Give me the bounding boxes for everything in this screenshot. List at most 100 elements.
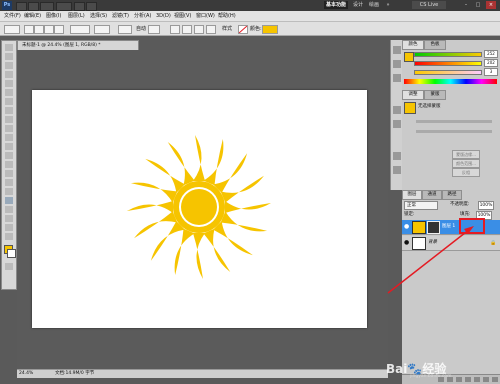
close-icon[interactable]: × [486, 1, 496, 9]
extras-button[interactable] [40, 2, 54, 11]
zoom-tool-icon[interactable] [5, 233, 13, 240]
quick-mask-icon[interactable] [5, 263, 13, 270]
intersect-selection-icon[interactable] [54, 25, 64, 34]
subtract-selection-icon[interactable] [44, 25, 54, 34]
blue-slider[interactable] [414, 70, 482, 75]
layer-1-thumbnail[interactable] [412, 221, 426, 234]
eye-icon[interactable]: ● [404, 240, 410, 246]
history-brush-tool-icon[interactable] [5, 125, 13, 132]
gradient-tool-icon[interactable] [5, 143, 13, 150]
3d-orbit-tool-icon[interactable] [5, 215, 13, 222]
layers-panel-icon[interactable] [393, 152, 401, 160]
tab-channels[interactable]: 通道 [422, 190, 442, 200]
menu-select[interactable]: 选择(S) [90, 12, 107, 20]
cs-live-button[interactable]: CS Live [412, 1, 446, 9]
menu-image[interactable]: 图像(I) [46, 12, 61, 20]
healing-tool-icon[interactable] [5, 98, 13, 105]
tab-paths[interactable]: 路径 [442, 190, 462, 200]
color-range-button[interactable]: 颜色范围... [452, 159, 480, 168]
3d-rotate-tool-icon[interactable] [5, 206, 13, 213]
color-panel-icon[interactable] [393, 46, 401, 54]
layer-row-background[interactable]: ● 背景 🔒 [402, 236, 500, 251]
tool-preset-picker[interactable] [4, 25, 20, 34]
delete-layer-icon[interactable] [492, 377, 498, 382]
canvas[interactable] [32, 90, 367, 328]
menu-analysis[interactable]: 分析(A) [134, 12, 151, 20]
menu-file[interactable]: 文件(F) [4, 12, 21, 20]
blue-value[interactable]: 3 [484, 68, 498, 76]
layer-1-name[interactable]: 图层 1 [442, 223, 455, 231]
mode-dropdown[interactable] [148, 25, 160, 34]
menu-view[interactable]: 视图(V) [174, 12, 191, 20]
brush-preset-picker[interactable] [94, 25, 110, 34]
crop-tool-icon[interactable] [5, 80, 13, 87]
mask-edge-button[interactable]: 蒙版边缘... [452, 150, 480, 159]
all-layers-checkbox[interactable] [194, 25, 204, 34]
menu-help[interactable]: 帮助(H) [218, 12, 236, 20]
menu-window[interactable]: 窗口(W) [196, 12, 215, 20]
tab-layers[interactable]: 图层 [402, 190, 422, 200]
color-fg-swatch[interactable] [404, 52, 414, 62]
new-selection-icon[interactable] [24, 25, 34, 34]
tab-adjustments[interactable]: 调整 [402, 90, 424, 100]
adjustments-panel-icon[interactable] [393, 106, 401, 114]
move-tool-icon[interactable] [5, 44, 13, 51]
density-slider[interactable] [416, 120, 492, 123]
bridge-button[interactable] [16, 2, 27, 11]
blur-tool-icon[interactable] [5, 152, 13, 159]
add-mask-icon[interactable] [456, 377, 462, 382]
document-tab[interactable]: 未标题-1 @ 24.4% (图层 1, RGB/8) * [17, 40, 139, 50]
dodge-tool-icon[interactable] [5, 161, 13, 168]
new-group-icon[interactable] [474, 377, 480, 382]
marquee-tool-icon[interactable] [5, 53, 13, 60]
red-slider[interactable] [414, 52, 482, 57]
feather-field[interactable] [70, 25, 90, 34]
feather-slider[interactable] [416, 130, 492, 133]
arrange-button[interactable] [74, 2, 85, 11]
new-layer-icon[interactable] [483, 377, 489, 382]
menu-filter[interactable]: 滤镜(T) [112, 12, 129, 20]
add-selection-icon[interactable] [34, 25, 44, 34]
masks-panel-icon[interactable] [393, 120, 401, 128]
workspace-design[interactable]: 设计 [351, 1, 365, 9]
styles-panel-icon[interactable] [393, 74, 401, 82]
type-tool-icon[interactable] [5, 179, 13, 186]
contiguous-checkbox[interactable] [182, 25, 192, 34]
menu-edit[interactable]: 编辑(E) [24, 12, 41, 20]
minimize-icon[interactable]: – [462, 1, 470, 9]
background-thumbnail[interactable] [412, 237, 426, 250]
zoom-level-button[interactable] [56, 2, 72, 11]
menu-3d[interactable]: 3D(D) [156, 12, 171, 20]
restore-icon[interactable]: □ [474, 1, 482, 9]
antialias-checkbox[interactable] [170, 25, 180, 34]
brush-tool-icon[interactable] [5, 107, 13, 114]
lasso-tool-icon[interactable] [5, 62, 13, 69]
minibridge-button[interactable] [28, 2, 39, 11]
color-swatch[interactable] [262, 25, 278, 34]
no-color-swatch-icon[interactable] [238, 25, 248, 34]
refine-checkbox[interactable] [206, 25, 216, 34]
channels-panel-icon[interactable] [393, 166, 401, 174]
red-value[interactable]: 252 [484, 50, 498, 58]
background-color-swatch[interactable] [7, 249, 16, 258]
tab-masks[interactable]: 蒙版 [424, 90, 446, 100]
tab-color[interactable]: 颜色 [402, 40, 424, 50]
workspace-painting[interactable]: 绘画 [367, 1, 381, 9]
layer-1-mask-thumbnail[interactable] [427, 221, 440, 234]
shape-tool-icon[interactable] [5, 197, 13, 204]
opacity-field[interactable]: 100% [478, 201, 494, 210]
path-select-tool-icon[interactable] [5, 188, 13, 195]
workspace-more-icon[interactable]: » [384, 1, 392, 9]
eye-icon[interactable]: ● [404, 224, 410, 230]
layer-row-1[interactable]: ● 图层 1 [402, 220, 500, 235]
tab-swatches[interactable]: 色板 [424, 40, 446, 50]
color-spectrum[interactable] [404, 79, 497, 84]
pen-tool-icon[interactable] [5, 170, 13, 177]
workspace-essentials[interactable]: 基本功能 [324, 1, 348, 9]
eyedropper-tool-icon[interactable] [5, 89, 13, 96]
hand-tool-icon[interactable] [5, 224, 13, 231]
quick-select-tool-icon[interactable] [5, 71, 13, 78]
green-value[interactable]: 202 [484, 59, 498, 67]
swatches-panel-icon[interactable] [393, 60, 401, 68]
adjustment-layer-icon[interactable] [465, 377, 471, 382]
